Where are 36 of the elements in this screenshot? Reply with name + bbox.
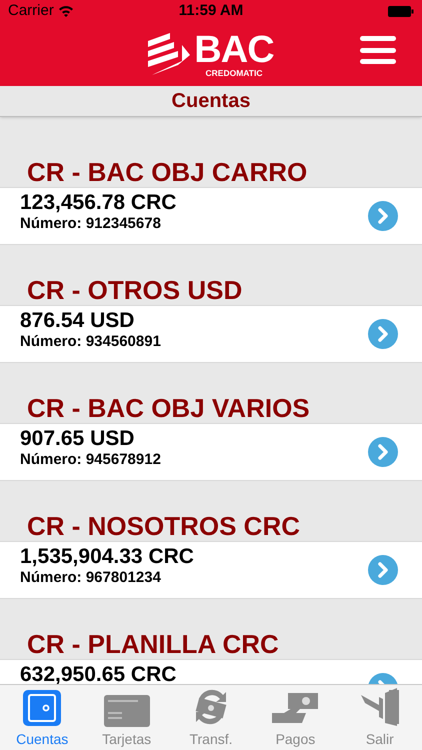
brand-subtitle: CREDOMATIC: [206, 68, 262, 78]
account-number: Número: 934560891: [20, 333, 162, 351]
carrier-label: Carrier: [8, 0, 54, 21]
chevron-icon: [368, 201, 398, 231]
tab-button[interactable]: Cuentas: [0, 685, 84, 750]
account-balance: 876.54 USD: [20, 309, 136, 333]
chevron-icon: [368, 319, 398, 349]
account-name: CR - PLANILLA CRC: [27, 631, 279, 657]
account-number: Número: 912345678: [20, 215, 162, 233]
brand-name: BAC: [194, 30, 274, 69]
logo-icon: [148, 33, 190, 75]
account-name: CR - BAC OBJ VARIOS: [27, 395, 310, 421]
account-name: CR - OTROS USD: [27, 277, 242, 303]
account-row[interactable]: 1,535,904.33 CRC Número: 967801234: [0, 541, 422, 599]
exit-door-icon: [358, 687, 401, 727]
account-row[interactable]: 907.65 USD Número: 945678912: [0, 423, 422, 481]
page-title: Cuentas: [172, 89, 250, 114]
safe-icon: [22, 689, 62, 727]
wifi-icon: [58, 5, 74, 17]
account-balance: 907.65 USD: [20, 427, 136, 451]
account-name: CR - BAC OBJ CARRO: [27, 159, 308, 185]
status-time: 11:59 AM: [178, 0, 244, 21]
account-name: CR - NOSOTROS CRC: [27, 513, 300, 539]
account-row[interactable]: 876.54 USD Número: 934560891: [0, 305, 422, 363]
chevron-icon: [368, 437, 398, 467]
account-number: Número: 945678912: [20, 451, 162, 469]
account-row[interactable]: 123,456.78 CRC Número: 912345678: [0, 187, 422, 245]
menu-button[interactable]: [360, 36, 396, 64]
chevron-icon: [368, 555, 398, 585]
account-number: Número: 967801234: [20, 569, 162, 587]
account-balance: 632,950.65 CRC: [20, 663, 178, 684]
account-row[interactable]: 632,950.65 CRC: [0, 659, 422, 684]
account-balance: 123,456.78 CRC: [20, 191, 178, 215]
card-icon: [104, 695, 150, 727]
account-balance: 1,535,904.33 CRC: [20, 545, 195, 569]
battery-icon: [388, 6, 414, 16]
